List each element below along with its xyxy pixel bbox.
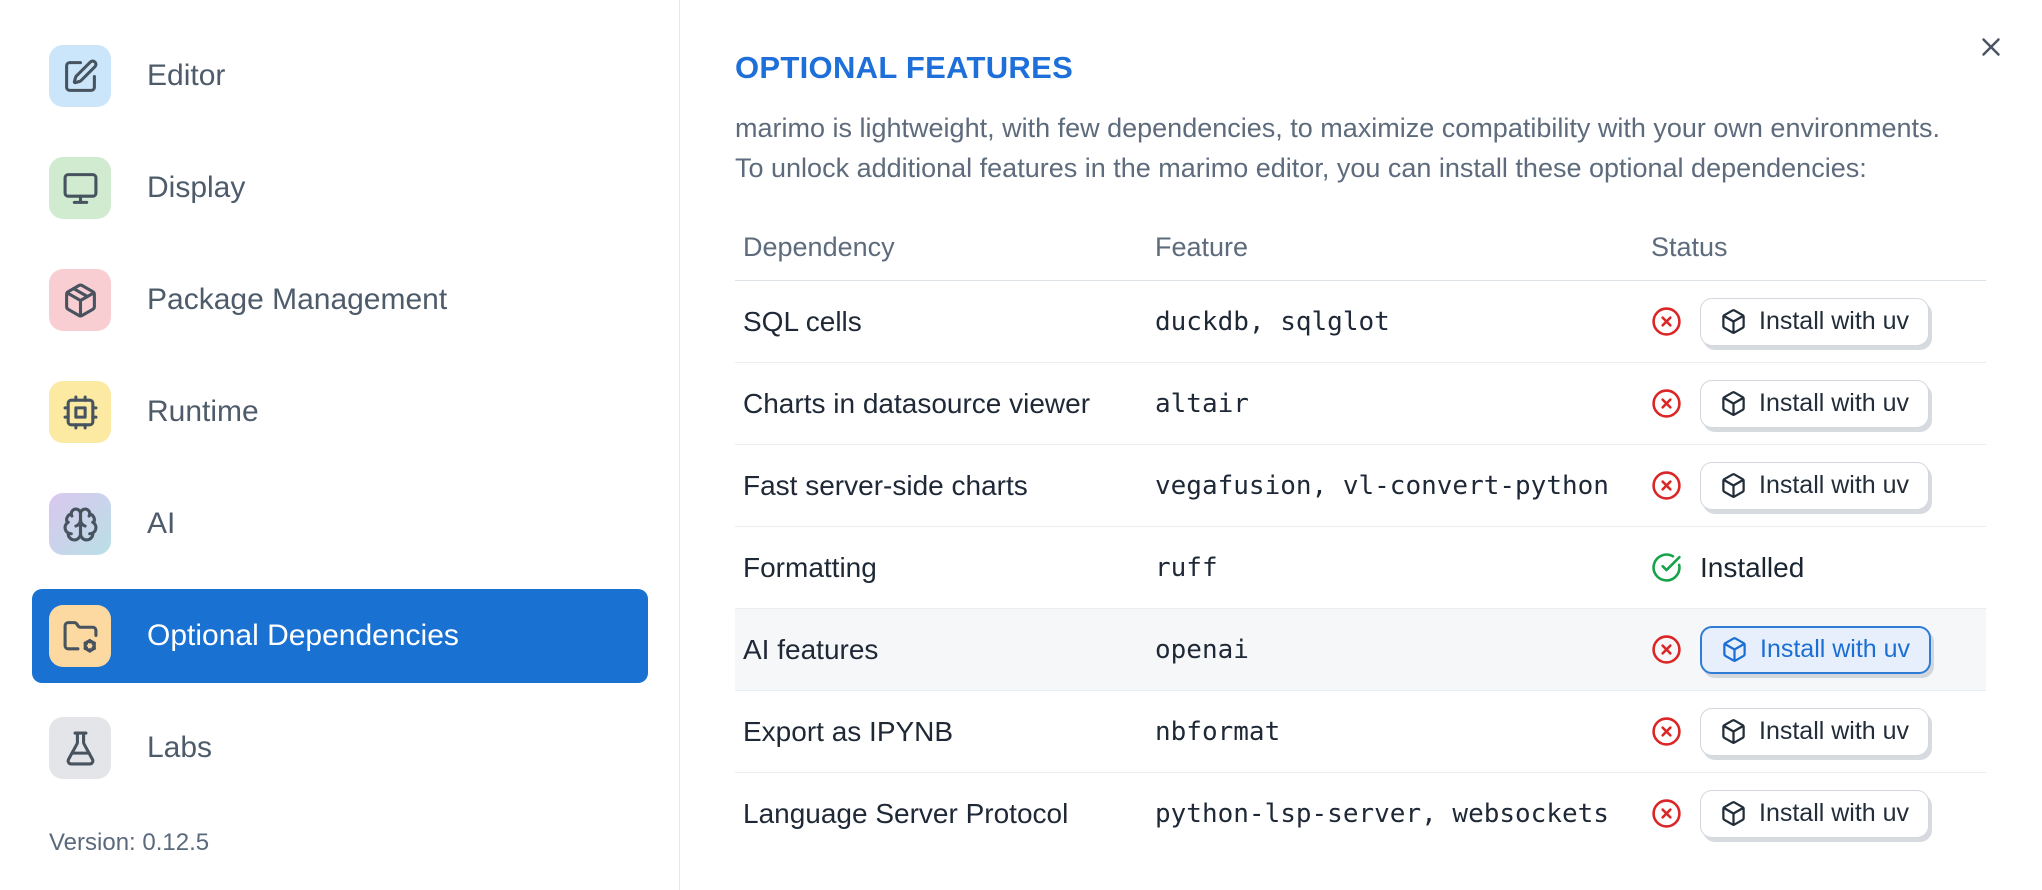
box-icon (1720, 308, 1747, 335)
brain-icon (49, 493, 111, 555)
box-icon (1720, 800, 1747, 827)
settings-sidebar: Editor Display Package Management Runtime AI… (0, 0, 680, 890)
box-icon (1721, 636, 1748, 663)
install-button-label: Install with uv (1759, 799, 1910, 827)
install-with-uv-button[interactable]: Install with uv (1700, 707, 1930, 756)
feature-cell: duckdb, sqlglot (1155, 306, 1390, 337)
install-button-label: Install with uv (1759, 389, 1910, 417)
description-line-1: marimo is lightweight, with few dependen… (735, 113, 1941, 143)
box-icon (1720, 472, 1747, 499)
feature-cell: python-lsp-server, websockets (1155, 798, 1609, 829)
table-row: Formatting ruff Installed (735, 527, 1986, 609)
close-button[interactable] (1974, 30, 2008, 64)
page-title: OPTIONAL FEATURES (735, 50, 1074, 85)
not-installed-icon (1651, 634, 1682, 665)
folder-cog-icon (49, 605, 111, 667)
settings-dialog: Editor Display Package Management Runtime AI… (0, 0, 2042, 890)
status-cell: Install with uv (1643, 379, 1986, 428)
table-row: AI features openai Install with uv (735, 609, 1986, 691)
dependency-cell: SQL cells (743, 305, 862, 337)
sidebar-item-label: Editor (147, 59, 226, 92)
description: marimo is lightweight, with few dependen… (735, 108, 2042, 188)
dependency-cell: Charts in datasource viewer (743, 387, 1091, 419)
dependency-cell: AI features (743, 633, 879, 665)
install-button-label: Install with uv (1759, 717, 1910, 745)
sidebar-item-optional-dependencies[interactable]: Optional Dependencies (32, 589, 648, 683)
sidebar-item-package-management[interactable]: Package Management (32, 253, 648, 347)
sidebar-item-label: AI (147, 507, 176, 540)
sidebar-item-label: Display (147, 171, 246, 204)
status-cell: Install with uv (1643, 461, 1986, 510)
status-cell: Install with uv (1643, 625, 1986, 674)
sidebar-item-ai[interactable]: AI (32, 477, 648, 571)
sidebar-item-runtime[interactable]: Runtime (32, 365, 648, 459)
table-row: Language Server Protocol python-lsp-serve… (735, 773, 1986, 854)
feature-cell: altair (1155, 388, 1249, 419)
package-icon (49, 269, 111, 331)
not-installed-icon (1651, 388, 1682, 419)
install-with-uv-button[interactable]: Install with uv (1700, 297, 1930, 346)
install-button-label: Install with uv (1759, 471, 1910, 499)
dependency-cell: Fast server-side charts (743, 469, 1028, 501)
monitor-icon (49, 157, 111, 219)
column-header-feature: Feature (1155, 231, 1249, 262)
box-icon (1720, 718, 1747, 745)
install-with-uv-button[interactable]: Install with uv (1700, 379, 1930, 428)
not-installed-icon (1651, 306, 1682, 337)
box-icon (1720, 390, 1747, 417)
dependency-cell: Language Server Protocol (743, 797, 1069, 829)
description-line-2: To unlock additional features in the mar… (735, 153, 1867, 183)
sidebar-item-label: Labs (147, 731, 213, 764)
install-with-uv-button[interactable]: Install with uv (1700, 461, 1930, 510)
feature-cell: openai (1155, 634, 1249, 665)
table-body: SQL cells duckdb, sqlglot Install with uv C… (735, 281, 1986, 854)
status-cell: Install with uv (1643, 707, 1986, 756)
install-with-uv-button[interactable]: Install with uv (1700, 625, 1932, 674)
install-button-label: Install with uv (1759, 307, 1910, 335)
version-label: Version: 0.12.5 (49, 829, 210, 856)
table-row: Charts in datasource viewer altair Install… (735, 363, 1986, 445)
status-cell: Install with uv (1643, 297, 1986, 346)
square-pen-icon (49, 45, 111, 107)
not-installed-icon (1651, 798, 1682, 829)
table-header-row: Dependency Feature Status (735, 214, 1986, 281)
sidebar-item-label: Package Management (147, 283, 448, 316)
sidebar-item-list: Editor Display Package Management Runtime AI… (0, 29, 679, 795)
status-cell: Install with uv (1643, 789, 1986, 838)
cpu-icon (49, 381, 111, 443)
feature-cell: nbformat (1155, 716, 1281, 747)
table-row: Export as IPYNB nbformat Install with uv (735, 691, 1986, 773)
column-header-dependency: Dependency (743, 231, 895, 262)
installed-status-label: Installed (1700, 551, 1805, 583)
not-installed-icon (1651, 716, 1682, 747)
table-row: Fast server-side charts vegafusion, vl-co… (735, 445, 1986, 527)
sidebar-item-labs[interactable]: Labs (32, 701, 648, 795)
dependencies-table: Dependency Feature Status SQL cells duckd… (735, 214, 1986, 854)
table-row: SQL cells duckdb, sqlglot Install with uv (735, 281, 1986, 363)
flask-icon (49, 717, 111, 779)
feature-cell: ruff (1155, 552, 1218, 583)
feature-cell: vegafusion, vl-convert-python (1155, 470, 1609, 501)
install-with-uv-button[interactable]: Install with uv (1700, 789, 1930, 838)
dependency-cell: Formatting (743, 551, 877, 583)
installed-check-icon (1651, 552, 1682, 583)
sidebar-item-label: Optional Dependencies (147, 619, 459, 652)
column-header-status: Status (1651, 231, 1728, 262)
install-button-label: Install with uv (1760, 635, 1911, 663)
not-installed-icon (1651, 470, 1682, 501)
status-cell: Installed (1643, 552, 1986, 584)
sidebar-item-label: Runtime (147, 395, 259, 428)
x-icon (1976, 32, 2006, 62)
sidebar-item-display[interactable]: Display (32, 141, 648, 235)
sidebar-item-editor[interactable]: Editor (32, 29, 648, 123)
dependency-cell: Export as IPYNB (743, 715, 954, 747)
optional-features-panel: OPTIONAL FEATURES marimo is lightweight,… (681, 0, 2042, 890)
